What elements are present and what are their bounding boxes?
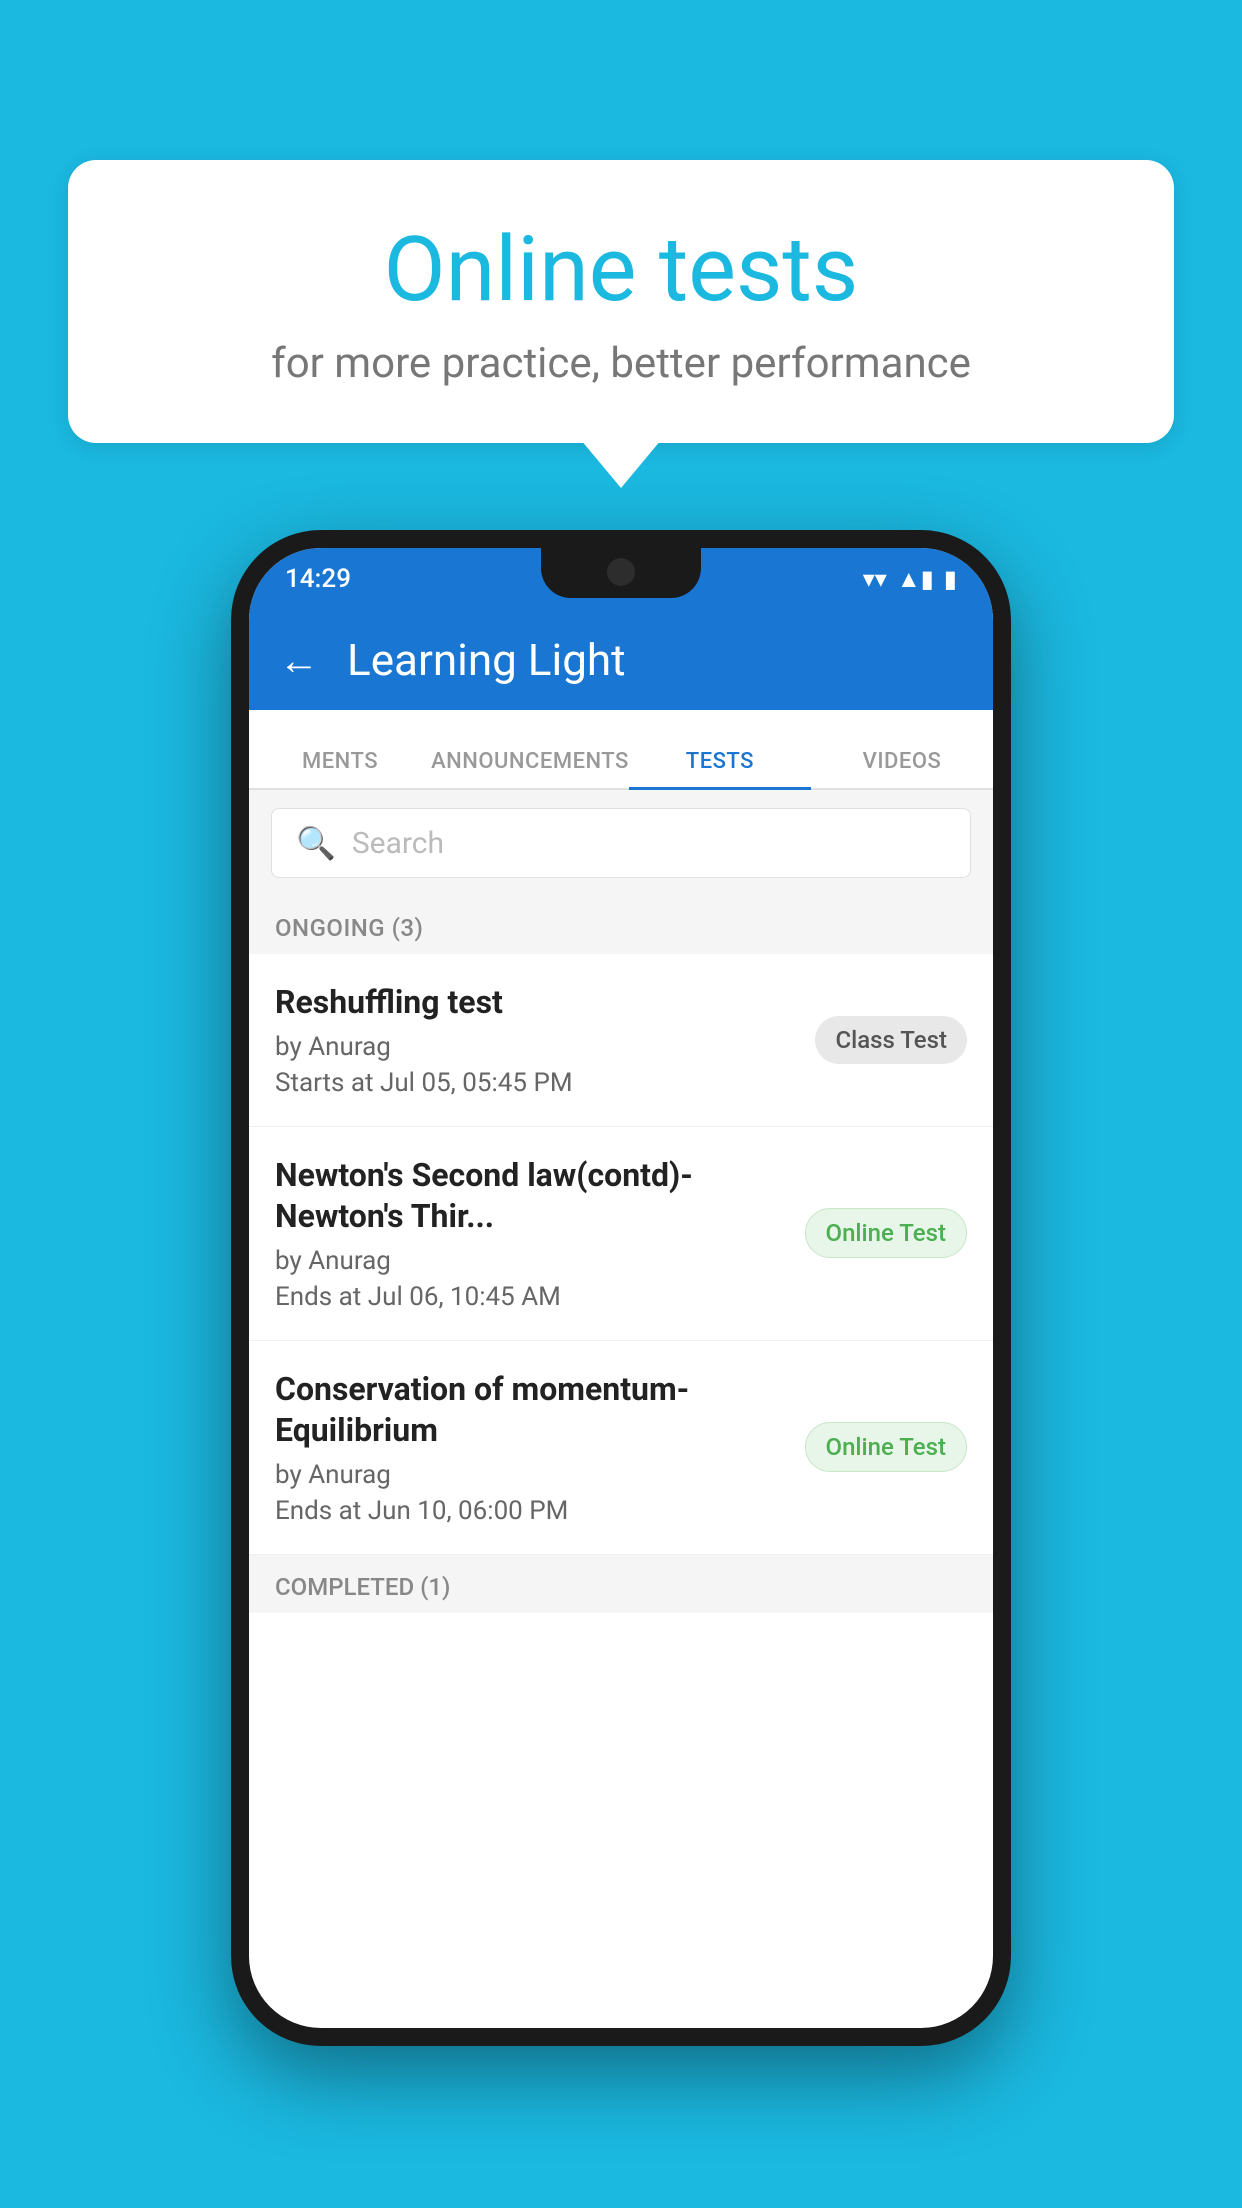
bubble-subtitle: for more practice, better performance xyxy=(118,339,1124,388)
phone-notch xyxy=(541,548,701,598)
back-button[interactable]: ← xyxy=(279,637,319,684)
tab-videos[interactable]: VIDEOS xyxy=(811,749,993,788)
search-input[interactable]: Search xyxy=(352,826,444,861)
test-item-3[interactable]: Conservation of momentum-Equilibrium by … xyxy=(249,1341,993,1555)
test-badge-1: Class Test xyxy=(815,1016,967,1064)
promo-bubble: Online tests for more practice, better p… xyxy=(68,160,1174,443)
test-time-2: Ends at Jul 06, 10:45 AM xyxy=(275,1282,789,1312)
test-author-3: by Anurag xyxy=(275,1460,789,1490)
search-container: 🔍 Search xyxy=(249,790,993,896)
test-time-1: Starts at Jul 05, 05:45 PM xyxy=(275,1068,799,1098)
test-info-1: Reshuffling test by Anurag Starts at Jul… xyxy=(275,982,799,1098)
ongoing-section-header: ONGOING (3) xyxy=(249,896,993,954)
phone-outer: 14:29 ▾▾ ▲▮ ▮ ← Learning Light MENTS ANN… xyxy=(231,530,1011,2046)
phone-camera xyxy=(607,558,635,586)
tab-tests[interactable]: TESTS xyxy=(629,749,811,788)
test-name-2: Newton's Second law(contd)-Newton's Thir… xyxy=(275,1155,789,1238)
tab-announcements[interactable]: ANNOUNCEMENTS xyxy=(431,749,629,788)
signal-icon: ▲▮ xyxy=(897,565,934,594)
test-item-2[interactable]: Newton's Second law(contd)-Newton's Thir… xyxy=(249,1127,993,1341)
test-item-1[interactable]: Reshuffling test by Anurag Starts at Jul… xyxy=(249,954,993,1127)
test-badge-3: Online Test xyxy=(805,1422,967,1472)
test-time-3: Ends at Jun 10, 06:00 PM xyxy=(275,1496,789,1526)
test-name-1: Reshuffling test xyxy=(275,982,799,1024)
test-author-1: by Anurag xyxy=(275,1032,799,1062)
search-box[interactable]: 🔍 Search xyxy=(271,808,971,878)
phone-screen: 14:29 ▾▾ ▲▮ ▮ ← Learning Light MENTS ANN… xyxy=(249,548,993,2028)
app-header: ← Learning Light xyxy=(249,610,993,710)
tab-ments[interactable]: MENTS xyxy=(249,749,431,788)
test-info-2: Newton's Second law(contd)-Newton's Thir… xyxy=(275,1155,789,1312)
app-title: Learning Light xyxy=(347,634,626,686)
bubble-title: Online tests xyxy=(118,220,1124,319)
phone-mockup: 14:29 ▾▾ ▲▮ ▮ ← Learning Light MENTS ANN… xyxy=(231,530,1011,2046)
test-badge-2: Online Test xyxy=(805,1208,967,1258)
test-name-3: Conservation of momentum-Equilibrium xyxy=(275,1369,789,1452)
status-time: 14:29 xyxy=(285,564,351,594)
status-icons: ▾▾ ▲▮ ▮ xyxy=(863,565,957,594)
tabs-bar: MENTS ANNOUNCEMENTS TESTS VIDEOS xyxy=(249,710,993,790)
battery-icon: ▮ xyxy=(944,565,957,593)
test-info-3: Conservation of momentum-Equilibrium by … xyxy=(275,1369,789,1526)
wifi-icon: ▾▾ xyxy=(863,565,887,593)
completed-section-header: COMPLETED (1) xyxy=(249,1555,993,1613)
search-icon: 🔍 xyxy=(296,824,336,862)
test-author-2: by Anurag xyxy=(275,1246,789,1276)
